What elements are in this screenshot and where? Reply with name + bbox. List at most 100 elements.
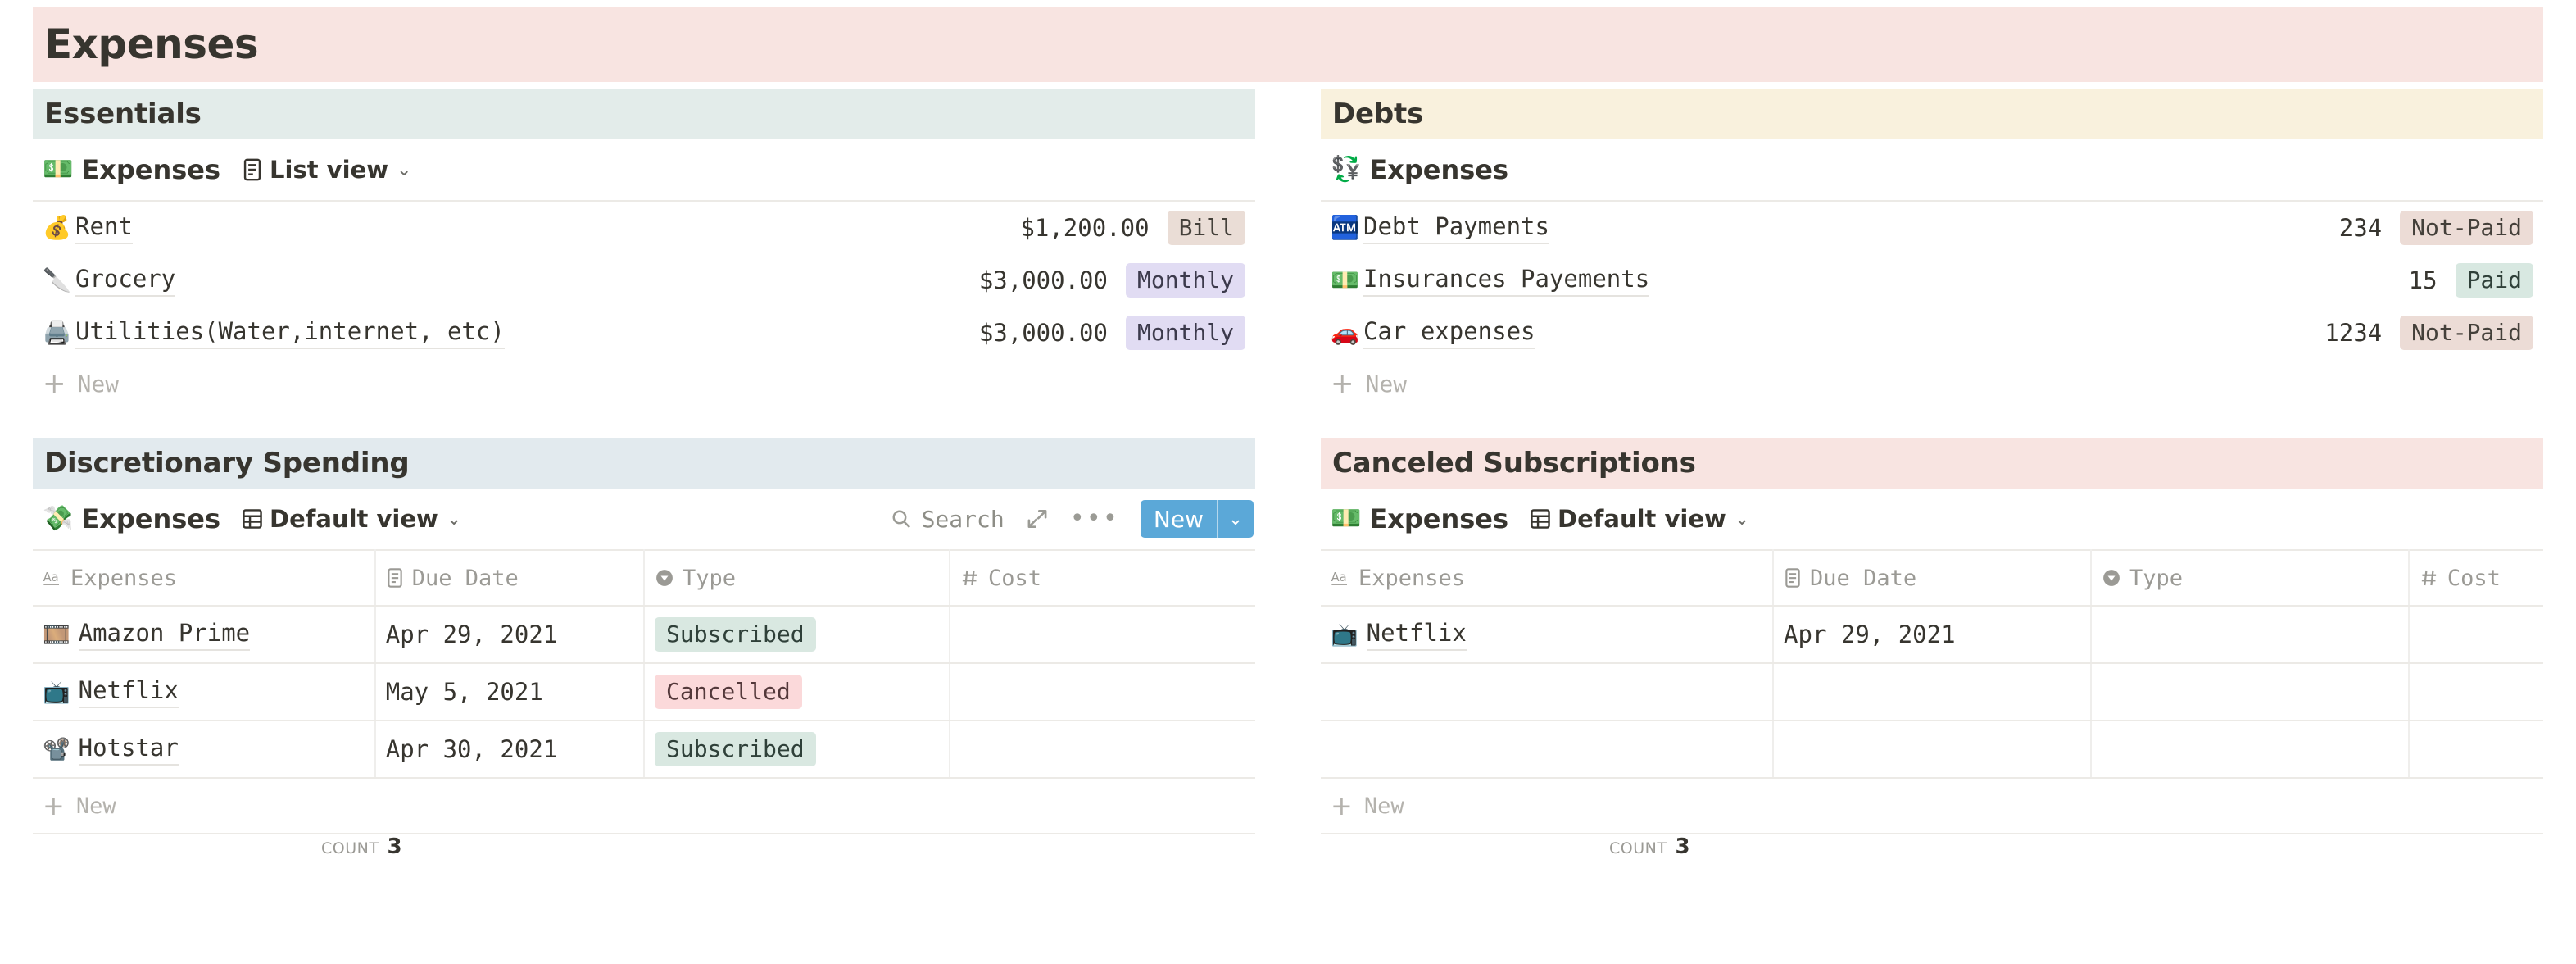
select-type-icon bbox=[655, 568, 674, 588]
row-title[interactable]: Netflix bbox=[78, 676, 179, 708]
database-header-debts: 💱 Expenses bbox=[1321, 139, 2543, 200]
list-item-label[interactable]: Debt Payments bbox=[1363, 212, 1549, 244]
row-title[interactable]: Amazon Prime bbox=[78, 619, 251, 651]
cell-cost[interactable] bbox=[2408, 663, 2543, 721]
cell-cost[interactable] bbox=[2408, 721, 2543, 779]
column-header-expenses[interactable]: Aa Expenses bbox=[33, 549, 376, 607]
list-item-label[interactable]: Rent bbox=[75, 212, 133, 244]
cell-type[interactable] bbox=[2090, 721, 2410, 779]
search-button[interactable]: Search bbox=[891, 506, 1005, 533]
banknote-icon: 💵 bbox=[1331, 266, 1359, 293]
cell-due-date[interactable]: Apr 29, 2021 bbox=[374, 606, 645, 664]
table-row[interactable]: 📺 Netflix May 5, 2021 Cancelled bbox=[33, 663, 1255, 721]
database-title-debts[interactable]: Expenses bbox=[1369, 154, 1508, 185]
column-header-expenses[interactable]: Aa Expenses bbox=[1321, 549, 1775, 607]
table-row[interactable] bbox=[1321, 721, 2543, 779]
row-title[interactable]: Netflix bbox=[1366, 619, 1467, 651]
table-row[interactable]: 📺 Netflix Apr 29, 2021 bbox=[1321, 606, 2543, 664]
cell-type[interactable]: Subscribed bbox=[643, 606, 950, 664]
cell-due-date[interactable] bbox=[1773, 721, 2092, 779]
status-badge: Paid bbox=[2455, 262, 2533, 298]
table-row[interactable]: 📽️ Hotstar Apr 30, 2021 Subscribed bbox=[33, 721, 1255, 779]
expand-icon[interactable] bbox=[1026, 507, 1049, 530]
table-row[interactable]: 🎞️ Amazon Prime Apr 29, 2021 Subscribed bbox=[33, 606, 1255, 664]
cell-cost[interactable] bbox=[949, 721, 1255, 779]
view-selector-discretionary[interactable]: Default view ⌄ bbox=[242, 505, 461, 533]
film-projector-icon: 📽️ bbox=[43, 736, 70, 762]
new-button[interactable]: New ⌄ bbox=[1140, 500, 1254, 538]
add-new-row-button[interactable]: + New bbox=[33, 779, 1255, 834]
database-header-canceled: 💵 Expenses Default view ⌄ bbox=[1321, 489, 2543, 549]
row-title[interactable]: Hotstar bbox=[78, 734, 179, 766]
list-view-icon bbox=[242, 157, 263, 182]
text-type-icon: Aa bbox=[43, 569, 62, 587]
cell-type[interactable] bbox=[2090, 663, 2410, 721]
list-item[interactable]: 💵 Insurances Payements 15 Paid bbox=[1321, 254, 2543, 307]
cell-cost[interactable] bbox=[949, 663, 1255, 721]
cell-name[interactable]: 📺 Netflix bbox=[1321, 606, 1775, 664]
add-new-row-button[interactable]: + New bbox=[33, 359, 1255, 408]
status-badge: Subscribed bbox=[654, 616, 816, 653]
cell-cost[interactable] bbox=[2408, 606, 2543, 664]
cell-type[interactable] bbox=[2090, 606, 2410, 664]
add-new-row-label: New bbox=[1363, 793, 1404, 819]
left-column: Essentials 💵 Expenses List view ⌄ 💰 Rent… bbox=[0, 89, 1288, 880]
database-title-essentials[interactable]: Expenses bbox=[81, 154, 220, 185]
cell-name[interactable]: 🎞️ Amazon Prime bbox=[33, 606, 376, 664]
view-selector-essentials[interactable]: List view ⌄ bbox=[242, 156, 411, 184]
more-options-icon[interactable]: ••• bbox=[1070, 507, 1119, 531]
banknote-icon: 💵 bbox=[43, 155, 74, 184]
list-item-label[interactable]: Car expenses bbox=[1363, 317, 1535, 349]
list-item-label[interactable]: Utilities(Water,internet, etc) bbox=[75, 317, 505, 349]
cell-cost[interactable] bbox=[949, 606, 1255, 664]
column-header-type[interactable]: Type bbox=[643, 549, 950, 607]
status-badge: Monthly bbox=[1125, 262, 1245, 298]
list-item[interactable]: 🏧 Debt Payments 234 Not-Paid bbox=[1321, 202, 2543, 254]
status-badge: Not-Paid bbox=[2400, 315, 2533, 351]
count-summary[interactable]: COUNT 3 bbox=[1321, 834, 2543, 880]
cell-type[interactable]: Subscribed bbox=[643, 721, 950, 779]
database-title-canceled[interactable]: Expenses bbox=[1369, 503, 1508, 534]
chevron-down-icon[interactable]: ⌄ bbox=[1218, 500, 1254, 538]
section-grid: Essentials 💵 Expenses List view ⌄ 💰 Rent… bbox=[0, 89, 2576, 880]
cell-name[interactable]: 📽️ Hotstar bbox=[33, 721, 376, 779]
column-header-label: Type bbox=[682, 565, 737, 591]
new-button-label: New bbox=[1153, 505, 1204, 533]
plus-icon: + bbox=[1331, 367, 1354, 400]
add-new-row-button[interactable]: + New bbox=[1321, 779, 2543, 834]
list-item[interactable]: 💰 Rent $1,200.00 Bill bbox=[33, 202, 1255, 254]
status-badge: Cancelled bbox=[654, 674, 802, 710]
add-new-row-button[interactable]: + New bbox=[1321, 359, 2543, 408]
list-item[interactable]: 🚗 Car expenses 1234 Not-Paid bbox=[1321, 307, 2543, 359]
table-row[interactable] bbox=[1321, 663, 2543, 721]
cell-due-date[interactable] bbox=[1773, 663, 2092, 721]
cell-name[interactable]: 📺 Netflix bbox=[33, 663, 376, 721]
cell-due-date[interactable]: Apr 29, 2021 bbox=[1773, 606, 2092, 664]
television-icon: 📺 bbox=[43, 679, 70, 705]
column-header-due-date[interactable]: Due Date bbox=[374, 549, 645, 607]
count-summary[interactable]: COUNT 3 bbox=[33, 834, 1255, 880]
cell-name[interactable] bbox=[1321, 721, 1775, 779]
section-title-canceled: Canceled Subscriptions bbox=[1332, 447, 1696, 480]
cell-due-date[interactable]: Apr 30, 2021 bbox=[374, 721, 645, 779]
list-item-label[interactable]: Grocery bbox=[75, 265, 176, 297]
database-title-discretionary[interactable]: Expenses bbox=[81, 503, 220, 534]
column-header-cost[interactable]: Cost bbox=[2408, 549, 2543, 607]
list-item[interactable]: 🔪 Grocery $3,000.00 Monthly bbox=[33, 254, 1255, 307]
cell-type[interactable]: Cancelled bbox=[643, 663, 950, 721]
column-header-type[interactable]: Type bbox=[2090, 549, 2410, 607]
list-debts: 🏧 Debt Payments 234 Not-Paid 💵 Insurance… bbox=[1321, 200, 2543, 408]
section-title-debts: Debts bbox=[1332, 98, 1424, 130]
television-icon: 📺 bbox=[1331, 621, 1358, 648]
column-header-label: Expenses bbox=[70, 565, 178, 591]
column-header-cost[interactable]: Cost bbox=[949, 549, 1255, 607]
cell-due-date[interactable]: May 5, 2021 bbox=[374, 663, 645, 721]
section-banner-debts: Debts bbox=[1321, 89, 2543, 139]
expenses-dashboard: Expenses Essentials 💵 Expenses List view bbox=[0, 0, 2576, 964]
cell-name[interactable] bbox=[1321, 663, 1775, 721]
list-item[interactable]: 🖨️ Utilities(Water,internet, etc) $3,000… bbox=[33, 307, 1255, 359]
view-selector-canceled[interactable]: Default view ⌄ bbox=[1530, 505, 1749, 533]
column-header-label: Type bbox=[2129, 565, 2183, 591]
list-item-label[interactable]: Insurances Payements bbox=[1363, 265, 1650, 297]
column-header-due-date[interactable]: Due Date bbox=[1773, 549, 2092, 607]
